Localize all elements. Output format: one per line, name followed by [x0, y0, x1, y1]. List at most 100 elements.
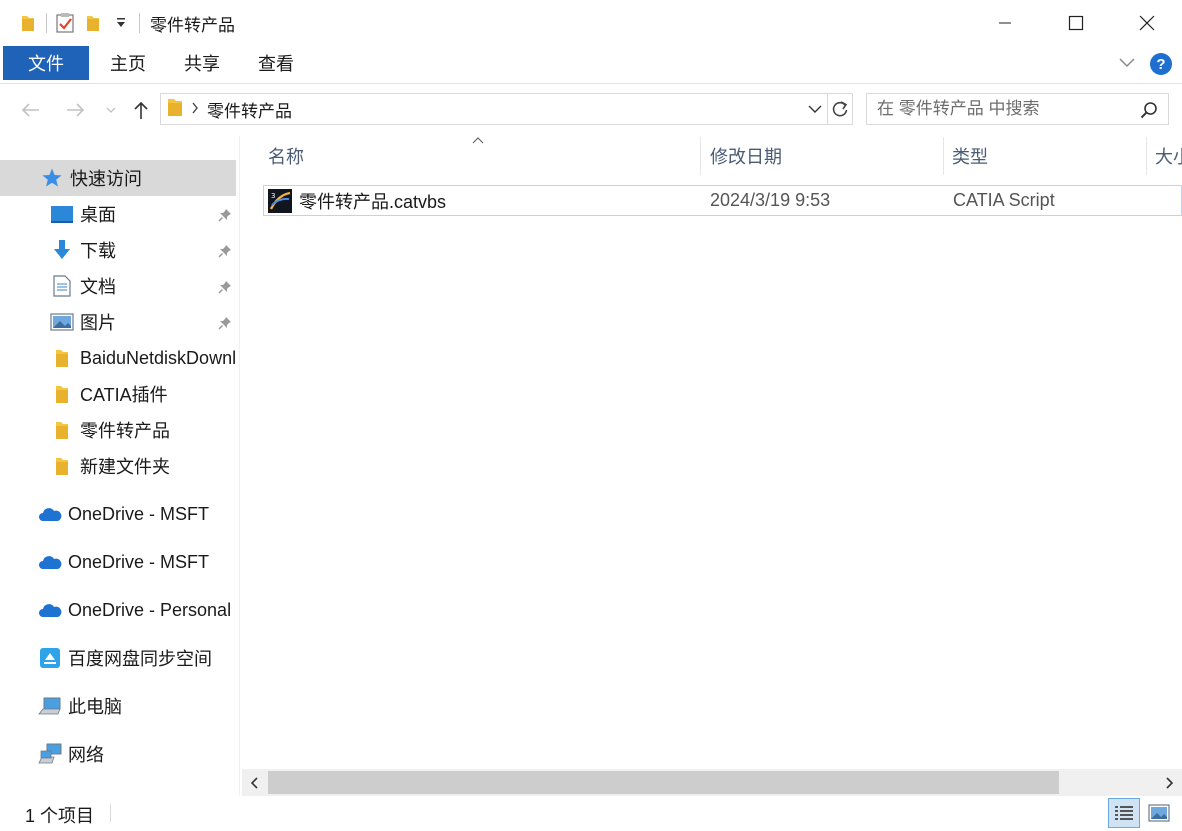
- column-header-name[interactable]: 名称: [268, 133, 698, 179]
- sidebar-item-label: 零件转产品: [80, 421, 170, 441]
- sidebar-item-label: OneDrive - Personal: [68, 599, 232, 620]
- sidebar-item-quick-access[interactable]: 快速访问: [0, 160, 236, 196]
- column-divider[interactable]: [943, 137, 944, 175]
- file-type: CATIA Script: [953, 190, 1055, 210]
- column-header-modified[interactable]: 修改日期: [710, 133, 940, 179]
- details-view-button[interactable]: [1108, 798, 1140, 828]
- pin-icon[interactable]: [218, 206, 232, 227]
- file-list-view: 名称 修改日期 类型 大小 3 零件转产品.catvbs 2024/3/19 9…: [240, 133, 1182, 796]
- column-divider[interactable]: [700, 137, 701, 175]
- column-header-type[interactable]: 类型: [952, 133, 1142, 179]
- folder-icon: [50, 382, 74, 406]
- window-title: 零件转产品: [150, 15, 235, 35]
- sidebar-item-baidunetdiskdownload[interactable]: BaiduNetdiskDownload: [0, 340, 236, 376]
- sidebar-item-label: 桌面: [80, 205, 116, 225]
- sidebar-item-label: 网络: [68, 745, 104, 765]
- title-bar: 零件转产品: [0, 0, 1182, 46]
- maximize-button[interactable]: [1040, 0, 1111, 46]
- help-icon[interactable]: ?: [1150, 53, 1172, 75]
- desktop-icon: [50, 202, 74, 226]
- column-headers: 名称 修改日期 类型 大小: [240, 133, 1182, 179]
- sidebar-item-label: CATIA插件: [80, 385, 168, 405]
- navigation-pane: 快速访问 桌面 下载 文档 图片 BaiduNetdiskDownload: [0, 136, 240, 796]
- search-input[interactable]: [867, 99, 1127, 119]
- sidebar-item-onedrive-msft-1[interactable]: OneDrive - MSFT: [0, 496, 236, 532]
- sidebar-item-baidu-netdisk-sync[interactable]: 百度网盘同步空间: [0, 640, 236, 676]
- folder-icon: [50, 346, 74, 370]
- breadcrumb-separator-icon: [191, 101, 199, 117]
- status-bar: 1 个项目: [0, 796, 1182, 831]
- expand-ribbon-chevron-icon[interactable]: [1118, 55, 1136, 73]
- sidebar-item-documents[interactable]: 文档: [0, 268, 236, 304]
- sidebar-item-catia-plugin[interactable]: CATIA插件: [0, 376, 236, 412]
- sidebar-item-label: OneDrive - MSFT: [68, 551, 210, 572]
- forward-arrow-icon[interactable]: [62, 95, 90, 125]
- scroll-left-arrow-icon[interactable]: [242, 769, 268, 796]
- sidebar-item-new-folder[interactable]: 新建文件夹: [0, 448, 236, 484]
- item-count: 1 个项目: [25, 806, 95, 826]
- sidebar-item-this-pc[interactable]: 此电脑: [0, 688, 236, 724]
- sidebar-item-label: 文档: [80, 277, 116, 297]
- sidebar-item-label: 此电脑: [68, 697, 122, 717]
- pin-icon[interactable]: [218, 278, 232, 299]
- sidebar-item-downloads[interactable]: 下载: [0, 232, 236, 268]
- sidebar-item-network[interactable]: 网络: [0, 736, 236, 772]
- large-icons-view-button[interactable]: [1143, 798, 1175, 828]
- scroll-right-arrow-icon[interactable]: [1156, 769, 1182, 796]
- table-row[interactable]: 3 零件转产品.catvbs 2024/3/19 9:53 CATIA Scri…: [263, 185, 1182, 216]
- folder-icon: [50, 418, 74, 442]
- search-icon[interactable]: [1140, 101, 1158, 124]
- up-arrow-icon[interactable]: [128, 95, 154, 125]
- navigation-bar: 零件转产品: [0, 85, 1182, 133]
- sidebar-item-part-to-product[interactable]: 零件转产品: [0, 412, 236, 448]
- picture-icon: [50, 310, 74, 334]
- recent-locations-chevron-icon[interactable]: [102, 95, 120, 125]
- scrollbar-thumb[interactable]: [268, 771, 1059, 794]
- tab-share[interactable]: 共享: [165, 46, 239, 80]
- document-icon: [50, 274, 74, 298]
- network-icon: [38, 742, 62, 766]
- sidebar-item-label: 下载: [80, 241, 116, 261]
- file-modified: 2024/3/19 9:53: [710, 190, 831, 210]
- onedrive-icon: [38, 502, 62, 526]
- minimize-button[interactable]: [969, 0, 1040, 46]
- new-folder-icon[interactable]: [79, 0, 107, 46]
- star-icon: [40, 166, 64, 190]
- sidebar-item-label: 图片: [80, 313, 116, 333]
- onedrive-icon: [38, 598, 62, 622]
- horizontal-scrollbar[interactable]: [242, 769, 1182, 796]
- sidebar-item-label: 百度网盘同步空间: [68, 649, 212, 669]
- sidebar-item-label: 新建文件夹: [80, 457, 170, 477]
- folder-icon: [50, 454, 74, 478]
- column-divider[interactable]: [1146, 137, 1147, 175]
- address-bar[interactable]: 零件转产品: [160, 93, 828, 125]
- pin-icon[interactable]: [218, 242, 232, 263]
- tab-view[interactable]: 查看: [239, 46, 313, 80]
- address-dropdown-chevron-icon[interactable]: [803, 94, 827, 124]
- svg-text:3: 3: [271, 192, 275, 200]
- catia-script-icon: 3: [268, 186, 292, 215]
- quick-access-toolbar: [0, 0, 144, 46]
- download-icon: [50, 238, 74, 262]
- sidebar-item-pictures[interactable]: 图片: [0, 304, 236, 340]
- breadcrumb-current[interactable]: 零件转产品: [207, 97, 292, 122]
- file-name: 零件转产品.catvbs: [299, 191, 447, 212]
- window-controls: [969, 0, 1182, 46]
- sidebar-item-label: BaiduNetdiskDownload: [80, 347, 236, 368]
- onedrive-icon: [38, 550, 62, 574]
- tab-home[interactable]: 主页: [91, 46, 165, 80]
- close-button[interactable]: [1111, 0, 1182, 46]
- pin-icon[interactable]: [218, 314, 232, 335]
- customize-dropdown-icon[interactable]: [107, 0, 135, 46]
- sidebar-item-label: OneDrive - MSFT: [68, 503, 210, 524]
- refresh-button[interactable]: [828, 93, 853, 125]
- search-box[interactable]: [866, 93, 1169, 125]
- sidebar-item-onedrive-personal[interactable]: OneDrive - Personal: [0, 592, 236, 628]
- properties-checkmark-icon[interactable]: [51, 0, 79, 46]
- column-header-size[interactable]: 大小: [1155, 133, 1182, 179]
- sidebar-item-onedrive-msft-2[interactable]: OneDrive - MSFT: [0, 544, 236, 580]
- baidu-netdisk-icon: [38, 646, 62, 670]
- sidebar-item-desktop[interactable]: 桌面: [0, 196, 236, 232]
- tab-file[interactable]: 文件: [3, 46, 89, 80]
- back-arrow-icon[interactable]: [16, 95, 44, 125]
